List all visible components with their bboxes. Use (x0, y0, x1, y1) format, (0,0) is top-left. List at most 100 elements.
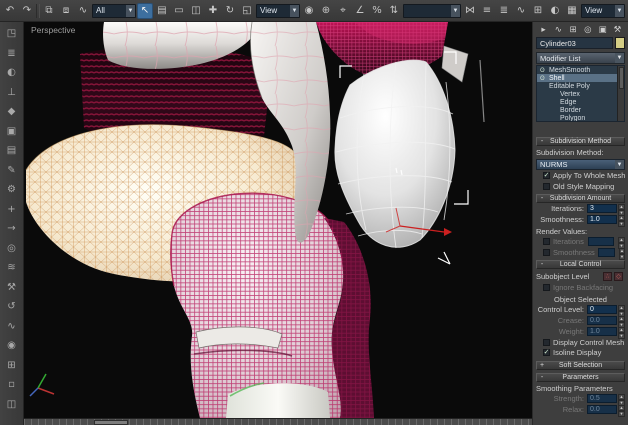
select-and-scale-button[interactable]: ◱ ▼ (239, 3, 255, 19)
chevron-down-icon[interactable]: ▼ (451, 5, 460, 17)
stack-row-vertex[interactable]: Vertex (537, 90, 617, 98)
align-button[interactable]: ≡ ▼ (479, 3, 495, 19)
percent-snap-button[interactable]: % ▼ (369, 3, 385, 19)
rollout-state-icon[interactable]: - (537, 374, 547, 381)
stack-row-edge[interactable]: Edge (537, 98, 617, 106)
left-toolbar-button-20[interactable]: ◫ (2, 395, 22, 415)
left-toolbar-button-12[interactable]: ◎ (2, 239, 22, 259)
material-editor-button[interactable]: ◐ ▼ (547, 3, 563, 19)
select-and-rotate-button[interactable]: ↻ ▼ (222, 3, 238, 19)
rollout-parameters[interactable]: - Parameters (536, 373, 625, 382)
left-toolbar-button-13[interactable]: ≋ (2, 258, 22, 278)
checkbox-box[interactable]: ✓ (543, 172, 550, 179)
spinner-arrows[interactable]: ▲▼ (618, 215, 625, 224)
stack-row-meshsmooth[interactable]: ʘ MeshSmooth (537, 66, 617, 74)
select-and-manipulate-button[interactable]: ⊕ ▼ (318, 3, 334, 19)
crease-field[interactable]: 0.0 (587, 316, 617, 325)
chevron-down-icon[interactable]: ▼ (615, 160, 624, 169)
spinner-arrows[interactable]: ▲▼ (618, 204, 625, 213)
stack-row-polygon[interactable]: Polygon (537, 114, 617, 122)
checkbox-box[interactable]: ✓ (543, 349, 550, 356)
left-toolbar-button-15[interactable]: ↺ (2, 297, 22, 317)
smoothness-field[interactable]: 1.0 (587, 215, 617, 224)
modifier-list-dropdown[interactable]: Modifier List ▼ (536, 52, 625, 64)
window-crossing-button[interactable]: ◫ ▼ (188, 3, 204, 19)
subobject-vertex-icon[interactable]: ∴ (603, 272, 612, 281)
left-toolbar-button-5[interactable]: ◆ (2, 102, 22, 122)
select-object-button[interactable]: ↖ ▼ (137, 3, 153, 19)
curve-editor-button[interactable]: ∿ ▼ (513, 3, 529, 19)
checkbox-box[interactable]: ✓ (543, 238, 550, 245)
spinner-arrows[interactable]: ▲▼ (618, 405, 625, 414)
render-smoothness-field[interactable] (598, 248, 615, 257)
redo-button[interactable]: ↷ ▼ (19, 3, 35, 19)
control-level-field[interactable]: 0 (587, 305, 617, 314)
spinner-arrows[interactable]: ▲▼ (618, 316, 625, 325)
strength-field[interactable]: 0.5 (587, 394, 617, 403)
checkbox-box[interactable]: ✓ (543, 183, 550, 190)
viewport-canvas[interactable] (24, 22, 532, 418)
ignore-backfacing-checkbox[interactable]: ✓ Ignore Backfacing (536, 283, 625, 293)
perspective-viewport[interactable]: Perspective (24, 22, 532, 418)
spinner-arrows[interactable]: ▲▼ (618, 305, 625, 314)
stack-row-border[interactable]: Border (537, 106, 617, 114)
select-by-name-button[interactable]: ▤ ▼ (154, 3, 170, 19)
render-setup-button[interactable]: ▦ ▼ (564, 3, 580, 19)
tab-modify[interactable]: ∿ (552, 24, 565, 36)
spinner-arrows[interactable]: ▲▼ (618, 327, 625, 336)
rollout-local-control[interactable]: - Local Control (536, 260, 625, 269)
reference-coordinate-dropdown[interactable]: View ▼ (256, 4, 300, 18)
tab-hierarchy[interactable]: ⊞ (567, 24, 580, 36)
unlink-selection-button[interactable]: ⧈ ▼ (58, 3, 74, 19)
relax-field[interactable]: 0.0 (587, 405, 617, 414)
tab-utilities[interactable]: ⚒ (611, 24, 624, 36)
left-toolbar-button-8[interactable]: ✎ (2, 161, 22, 181)
left-toolbar-button-1[interactable]: ◳ (2, 24, 22, 44)
spinner-arrows[interactable]: ▲▼ (618, 237, 625, 246)
left-toolbar-button-18[interactable]: ⊞ (2, 356, 22, 376)
rollout-state-icon[interactable]: - (537, 138, 547, 145)
iterations-field[interactable]: 3 (587, 204, 617, 213)
track-bar-thumb[interactable] (94, 420, 128, 425)
subdivision-method-dropdown[interactable]: NURMS ▼ (536, 159, 625, 170)
left-toolbar-button-11[interactable]: → (2, 219, 22, 239)
undo-button[interactable]: ↶ ▼ (2, 3, 18, 19)
stack-row-shell[interactable]: ʘ Shell (537, 74, 617, 82)
rollout-state-icon[interactable]: - (537, 261, 547, 268)
chevron-down-icon[interactable]: ▼ (126, 5, 135, 17)
rollout-subdivision-method[interactable]: - Subdivision Method (536, 137, 625, 146)
selection-filter-dropdown[interactable]: All ▼ (92, 4, 136, 18)
schematic-view-button[interactable]: ⊞ ▼ (530, 3, 546, 19)
rollout-soft-selection[interactable]: + Soft Selection (536, 361, 625, 370)
bulb-icon[interactable]: ʘ (540, 75, 547, 82)
render-type-dropdown[interactable]: View ▼ (581, 4, 625, 18)
weight-field[interactable]: 1.0 (587, 327, 617, 336)
named-selection-sets-dropdown[interactable]: ▼ (403, 4, 461, 18)
checkbox-box[interactable]: ✓ (543, 284, 550, 291)
checkbox-box[interactable]: ✓ (543, 339, 550, 346)
left-toolbar-button-2[interactable]: ≣ (2, 44, 22, 64)
spinner-arrows[interactable]: ▲▼ (619, 248, 625, 257)
checkbox-box[interactable]: ✓ (543, 249, 550, 256)
bind-to-spacewarp-button[interactable]: ∿ ▼ (75, 3, 91, 19)
stack-row-editable-poly[interactable]: Editable Poly (537, 82, 617, 90)
rectangular-selection-button[interactable]: ▭ ▼ (171, 3, 187, 19)
display-control-mesh-checkbox[interactable]: ✓ Display Control Mesh (536, 338, 625, 348)
render-iterations-field[interactable] (588, 237, 614, 246)
rollout-state-icon[interactable]: + (537, 362, 547, 369)
left-toolbar-button-14[interactable]: ⚒ (2, 278, 22, 298)
chevron-down-icon[interactable]: ▼ (615, 5, 624, 17)
select-and-move-button[interactable]: ✚ ▼ (205, 3, 221, 19)
left-toolbar-button-17[interactable]: ◉ (2, 336, 22, 356)
left-toolbar-button-19[interactable]: ▫ (2, 375, 22, 395)
tab-create[interactable]: ▸ (537, 24, 550, 36)
angle-snap-button[interactable]: ∠ ▼ (352, 3, 368, 19)
spinner-arrows[interactable]: ▲▼ (618, 394, 625, 403)
old-style-mapping-checkbox[interactable]: ✓ Old Style Mapping (536, 182, 625, 192)
use-pivot-point-button[interactable]: ◉ ▼ (301, 3, 317, 19)
left-toolbar-button-4[interactable]: ⊥ (2, 83, 22, 103)
toolbar-separator[interactable]: ▼ (36, 4, 40, 18)
left-toolbar-button-16[interactable]: ∿ (2, 317, 22, 337)
rollout-subdivision-amount[interactable]: - Subdivision Amount (536, 194, 625, 203)
left-toolbar-button-9[interactable]: ⚙ (2, 180, 22, 200)
